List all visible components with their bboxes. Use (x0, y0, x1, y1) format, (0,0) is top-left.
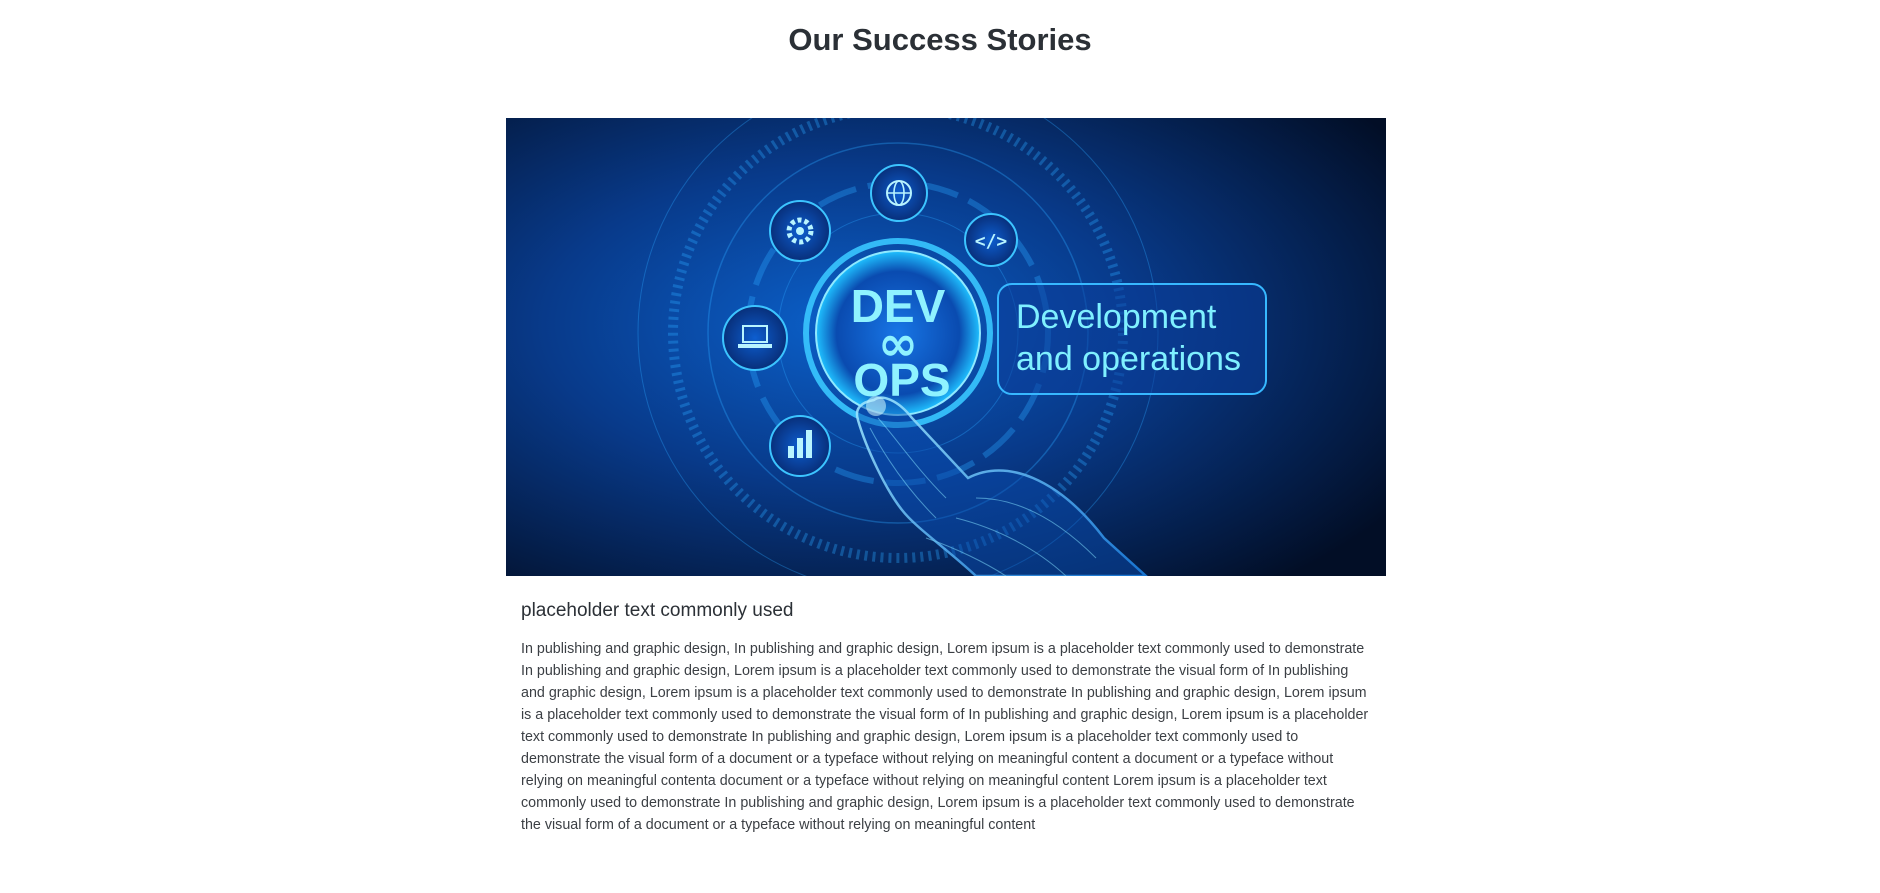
caption-line-2: and operations (1016, 340, 1241, 378)
globe-icon (870, 164, 928, 222)
devops-illustration: DEV ∞ OPS Development and operations </> (506, 118, 1386, 576)
story-body: placeholder text commonly used In publis… (506, 598, 1386, 836)
caption-line-1: Development (1016, 298, 1217, 336)
page: Our Success Stories DEV ∞ OPS Developmen… (0, 0, 1880, 893)
code-icon: </> (964, 213, 1018, 267)
svg-text:</>: </> (975, 231, 1008, 252)
bar-chart-icon (769, 415, 831, 477)
story-card: DEV ∞ OPS Development and operations </>… (506, 118, 1386, 836)
gear-icon (769, 200, 831, 262)
story-heading: placeholder text commonly used (521, 600, 794, 621)
story-paragraph: In publishing and graphic design, In pub… (521, 641, 1369, 833)
laptop-icon (722, 305, 788, 371)
badge-ops-text: OPS (853, 354, 950, 406)
section-title: Our Success Stories (788, 22, 1092, 57)
story-image: DEV ∞ OPS Development and operations </> (506, 118, 1386, 576)
